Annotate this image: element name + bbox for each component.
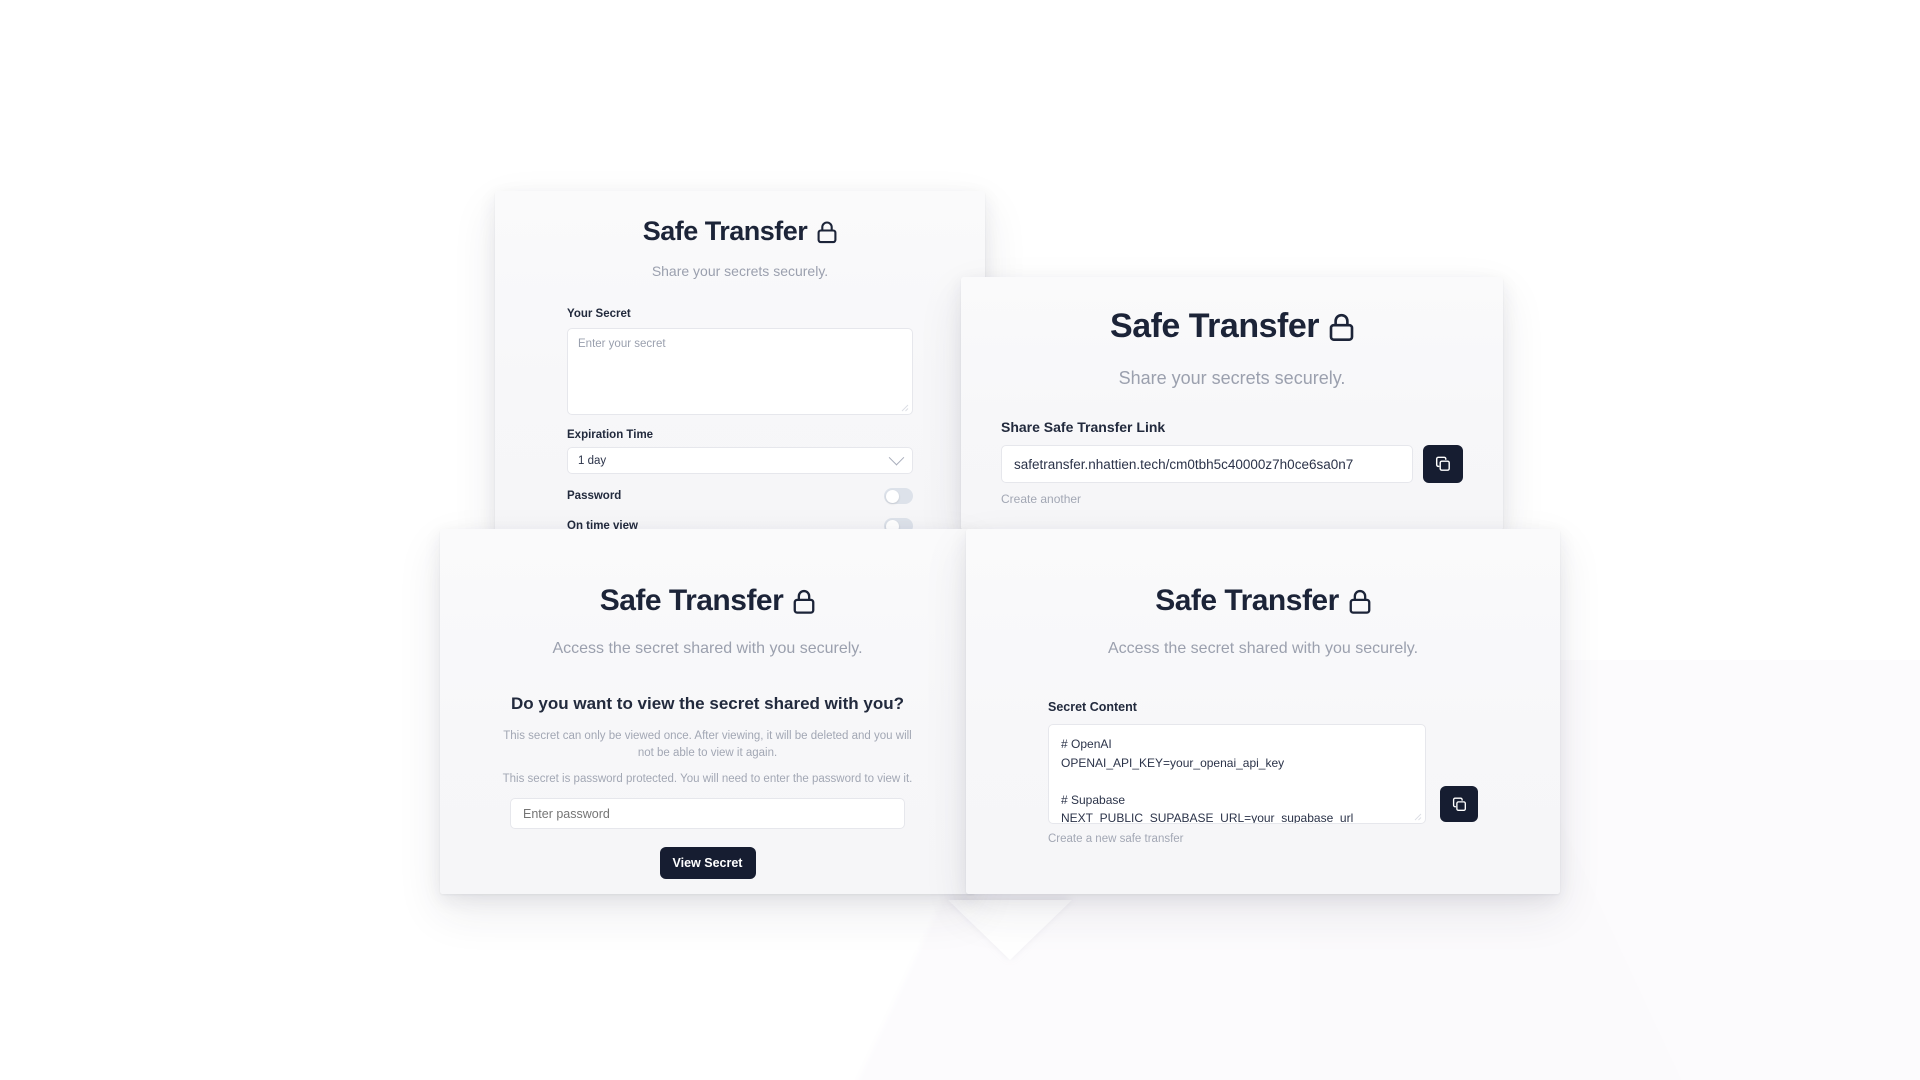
create-secret-card: Safe Transfer Share your secrets securel… bbox=[495, 191, 985, 541]
secret-content-value: # OpenAI OPENAI_API_KEY=your_openai_api_… bbox=[1061, 737, 1354, 824]
access-warning-text: This secret can only be viewed once. Aft… bbox=[503, 730, 912, 759]
revealed-secret-card: Safe Transfer Access the secret shared w… bbox=[966, 529, 1560, 894]
copy-icon bbox=[1452, 797, 1466, 811]
app-title-share: Safe Transfer bbox=[961, 277, 1503, 346]
view-secret-button[interactable]: View Secret bbox=[659, 847, 756, 880]
copy-link-button[interactable] bbox=[1423, 445, 1463, 483]
secret-field-label: Your Secret bbox=[567, 308, 631, 320]
secret-textarea[interactable]: Enter your secret bbox=[567, 328, 913, 415]
lock-icon bbox=[1349, 589, 1371, 614]
chevron-down-icon bbox=[888, 449, 905, 466]
expiration-selected-value: 1 day bbox=[578, 454, 607, 467]
share-link-label: Share Safe Transfer Link bbox=[1001, 419, 1166, 435]
secret-content-label: Secret Content bbox=[1048, 700, 1137, 714]
share-link-input[interactable] bbox=[1001, 445, 1413, 483]
create-new-transfer-link[interactable]: Create a new safe transfer bbox=[1048, 833, 1184, 845]
lock-icon bbox=[793, 589, 815, 614]
secret-placeholder: Enter your secret bbox=[578, 338, 666, 350]
tagline-access: Access the secret shared with you secure… bbox=[552, 640, 863, 657]
access-secret-card: Safe Transfer Access the secret shared w… bbox=[440, 529, 975, 894]
tagline-share: Share your secrets securely. bbox=[1118, 368, 1346, 388]
view-secret-button-wrap: View Secret bbox=[510, 847, 905, 880]
password-input[interactable] bbox=[510, 798, 905, 830]
app-title-access: Safe Transfer bbox=[440, 529, 975, 618]
access-password-note: This secret is password protected. You w… bbox=[502, 773, 913, 786]
share-link-row bbox=[1001, 445, 1463, 483]
resize-handle-icon[interactable] bbox=[1413, 812, 1422, 821]
tagline-reveal: Access the secret shared with you secure… bbox=[1107, 640, 1419, 657]
lock-icon bbox=[817, 221, 837, 243]
background-triangle-glow bbox=[948, 900, 1072, 960]
app-title-text: Safe Transfer bbox=[599, 584, 784, 617]
expiration-select[interactable]: 1 day bbox=[567, 447, 913, 474]
secret-content-textarea[interactable]: # OpenAI OPENAI_API_KEY=your_openai_api_… bbox=[1048, 724, 1426, 824]
lock-icon bbox=[1329, 313, 1354, 341]
copy-icon bbox=[1435, 456, 1450, 471]
password-toggle-label: Password bbox=[567, 490, 622, 502]
app-title-text: Safe Transfer bbox=[1110, 307, 1319, 345]
expiration-field-label: Expiration Time bbox=[567, 429, 654, 441]
app-title-text: Safe Transfer bbox=[642, 216, 808, 246]
share-link-card: Safe Transfer Share your secrets securel… bbox=[961, 277, 1503, 530]
app-title-text: Safe Transfer bbox=[1155, 584, 1339, 617]
password-toggle[interactable] bbox=[884, 488, 913, 504]
resize-handle-icon[interactable] bbox=[900, 403, 909, 412]
password-toggle-knob bbox=[885, 489, 899, 503]
access-question: Do you want to view the secret shared wi… bbox=[511, 694, 904, 713]
app-title-create: Safe Transfer bbox=[495, 191, 985, 247]
app-title-reveal: Safe Transfer bbox=[966, 529, 1560, 618]
tagline-create: Share your secrets securely. bbox=[651, 263, 829, 279]
secret-content-row: # OpenAI OPENAI_API_KEY=your_openai_api_… bbox=[1048, 724, 1478, 824]
copy-secret-button[interactable] bbox=[1440, 786, 1478, 822]
create-another-link[interactable]: Create another bbox=[1001, 492, 1081, 506]
password-toggle-row: Password bbox=[567, 488, 913, 504]
